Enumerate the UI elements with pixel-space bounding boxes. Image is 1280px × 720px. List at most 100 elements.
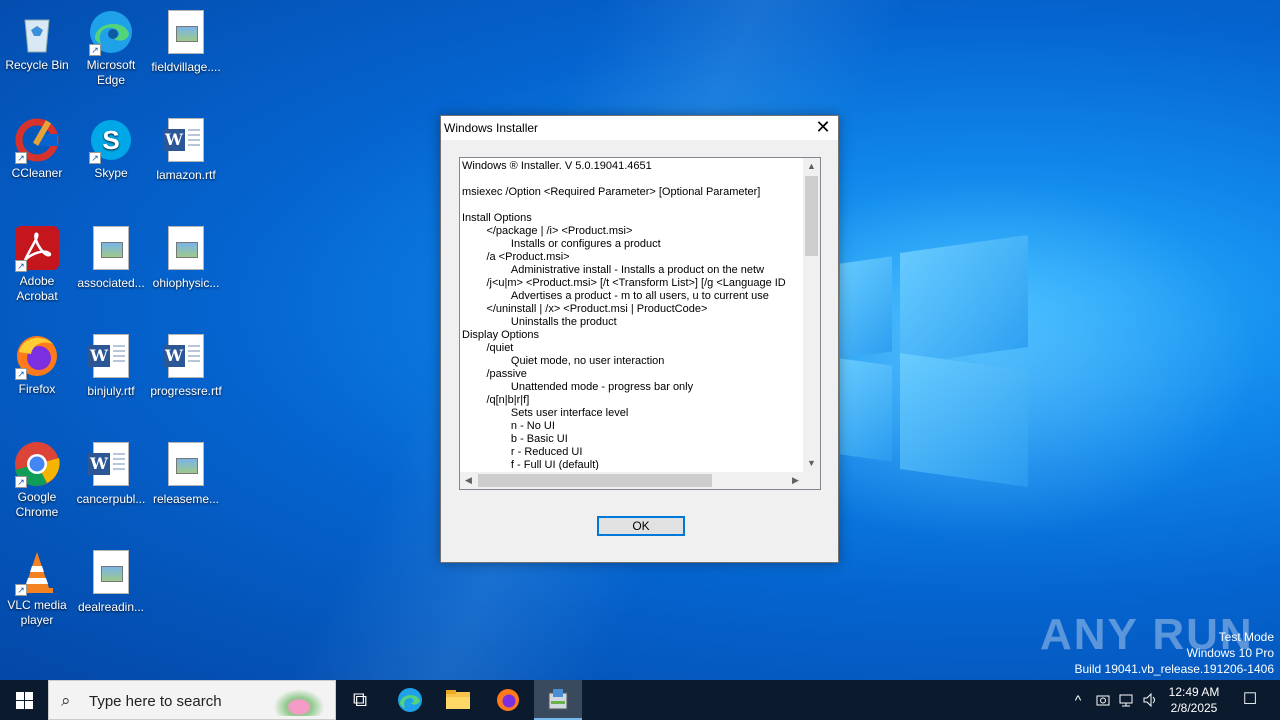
ok-button[interactable]: OK [597,516,685,536]
vertical-scroll-thumb[interactable] [805,176,818,256]
start-button[interactable] [0,680,48,720]
edge-icon: ↗ [87,8,135,56]
shortcut-arrow-icon: ↗ [15,260,27,272]
taskbar: ⌕ Type here to search ⧉ ^ 12:49 AM 2/8/2… [0,680,1280,720]
desktop-icon-ohiophysic[interactable]: ohiophysic... [148,224,224,291]
network-icon[interactable] [1116,680,1138,720]
windows-installer-dialog: Windows Installer ✕ Windows ® Installer.… [440,115,839,563]
search-placeholder: Type here to search [89,693,222,710]
scroll-left-arrow-icon[interactable]: ◀ [460,472,477,489]
windows-logo-icon [25,701,33,709]
scroll-right-arrow-icon[interactable]: ▶ [787,472,804,489]
help-text-box[interactable]: Windows ® Installer. V 5.0.19041.4651 ms… [459,157,821,490]
edge-icon [398,688,422,712]
desktop-icon-ccleaner[interactable]: ↗ CCleaner [0,116,75,181]
desktop-icon-microsoft-edge[interactable]: ↗ Microsoft Edge [73,8,149,88]
dialog-title: Windows Installer [444,121,539,135]
shortcut-arrow-icon: ↗ [15,152,27,164]
desktop-icon-skype[interactable]: S ↗ Skype [73,116,149,181]
icon-label: dealreadin... [77,600,145,614]
desktop-icon-lamazon[interactable]: W lamazon.rtf [148,116,224,183]
word-document-icon: W [162,118,210,166]
icon-label: binjuly.rtf [87,384,135,398]
task-view-button[interactable]: ⧉ [336,680,384,720]
shortcut-arrow-icon: ↗ [89,152,101,164]
notification-center-icon[interactable]: ☐ [1230,680,1270,720]
dialog-titlebar[interactable]: Windows Installer ✕ [441,116,838,140]
icon-label: ohiophysic... [152,276,220,290]
icon-label: Skype [94,166,128,180]
desktop-icon-binjuly[interactable]: W binjuly.rtf [73,332,149,399]
icon-label: Microsoft Edge [86,58,136,87]
clock-time: 12:49 AM [1168,685,1220,699]
icon-label: lamazon.rtf [156,168,216,182]
clock-date: 2/8/2025 [1170,701,1218,715]
vertical-scrollbar[interactable]: ▲ ▼ [803,158,820,472]
network-monitor-icon [1119,694,1133,707]
skype-icon: S ↗ [87,116,135,164]
desktop-icon-google-chrome[interactable]: ↗ Google Chrome [0,440,75,520]
desktop-icon-progressre[interactable]: W progressre.rtf [148,332,224,399]
search-highlight-image [269,686,329,716]
speaker-icon [1143,692,1155,708]
icon-label: CCleaner [11,166,63,180]
image-file-icon [87,550,135,598]
search-icon: ⌕ [61,691,71,710]
icon-label: cancerpubl... [76,492,146,506]
windows-logo-pane [840,256,892,359]
ccleaner-icon: ↗ [13,116,61,164]
desktop-icon-fieldvillage[interactable]: fieldvillage.... [148,8,224,75]
icon-label: progressre.rtf [150,384,222,398]
desktop-icon-associated[interactable]: associated... [73,224,149,291]
image-file-icon [162,226,210,274]
watermark-line: Windows 10 Pro [1186,646,1274,660]
show-hidden-icons-chevron[interactable]: ^ [1068,680,1088,720]
installer-icon [548,689,568,710]
icon-label: Firefox [18,382,56,396]
horizontal-scroll-thumb[interactable] [478,474,712,487]
watermark-line: Build 19041.vb_release.191206-1406 [1074,662,1275,676]
firefox-icon [497,689,519,711]
volume-icon[interactable] [1140,680,1162,720]
camera-icon [1096,695,1110,706]
windows-logo-icon [16,701,24,709]
windows-logo-pane [840,358,892,462]
windows-logo-pane [900,353,1028,487]
desktop-icon-releaseme[interactable]: releaseme... [148,440,224,507]
icon-label: releaseme... [152,492,220,506]
scroll-down-arrow-icon[interactable]: ▼ [803,455,820,472]
vlc-cone-icon: ↗ [13,548,61,596]
taskbar-file-explorer-button[interactable] [434,680,482,720]
scrollbar-corner [803,472,820,489]
recycle-bin-icon [13,8,61,56]
windows-logo-icon [16,692,24,700]
watermark-line: Test Mode [1218,630,1274,644]
svg-text:S: S [102,125,119,155]
horizontal-scrollbar[interactable]: ◀ ▶ [460,472,804,489]
windows-logo-pane [900,235,1028,365]
image-file-icon [162,442,210,490]
taskbar-search-box[interactable]: ⌕ Type here to search [48,680,336,720]
taskbar-edge-button[interactable] [386,680,434,720]
word-document-icon: W [162,334,210,382]
icon-label: Recycle Bin [5,58,69,72]
desktop-icon-cancerpubl[interactable]: W cancerpubl... [73,440,149,507]
taskbar-clock[interactable]: 12:49 AM 2/8/2025 [1162,684,1226,716]
icon-label: fieldvillage.... [151,60,221,74]
taskbar-firefox-button[interactable] [484,680,532,720]
desktop-icon-dealreadin[interactable]: dealreadin... [73,548,149,615]
scroll-up-arrow-icon[interactable]: ▲ [803,158,820,175]
shortcut-arrow-icon: ↗ [89,44,101,56]
image-file-icon [87,226,135,274]
icon-label: Google Chrome [15,490,59,519]
desktop-icon-vlc[interactable]: ↗ VLC media player [0,548,75,628]
meet-now-icon[interactable] [1092,680,1114,720]
desktop-icon-firefox[interactable]: ↗ Firefox [0,332,75,397]
shortcut-arrow-icon: ↗ [15,476,27,488]
close-button[interactable]: ✕ [808,116,838,140]
desktop-icon-adobe-acrobat[interactable]: ↗ Adobe Acrobat [0,224,75,304]
icon-label: Adobe Acrobat [16,274,58,303]
taskbar-windows-installer-button[interactable] [534,680,582,720]
desktop-icon-recycle-bin[interactable]: Recycle Bin [0,8,75,73]
shortcut-arrow-icon: ↗ [15,368,27,380]
